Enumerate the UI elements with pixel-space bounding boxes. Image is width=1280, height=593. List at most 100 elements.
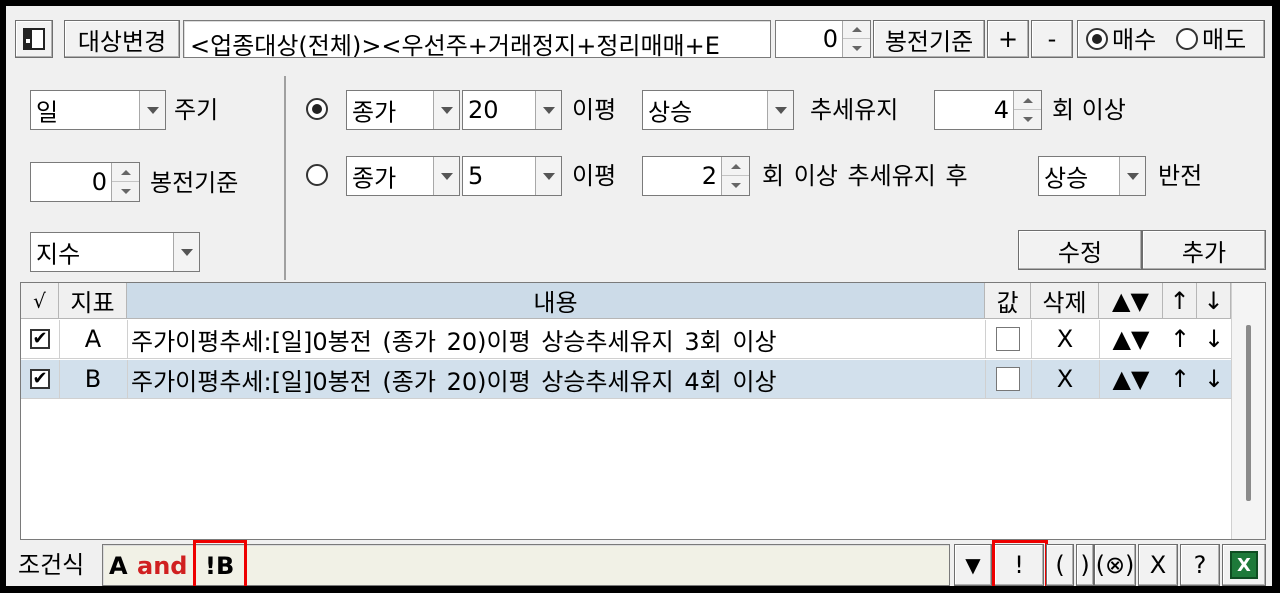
header-delete-text: 삭제 bbox=[1042, 289, 1087, 317]
paren-open-button[interactable]: ( bbox=[1046, 544, 1074, 586]
target-text-field[interactable]: <업종대상(전체)><우선주+거래정지+정리매매+E bbox=[183, 20, 771, 58]
chevron-down-icon bbox=[180, 248, 193, 256]
spin-down-icon[interactable] bbox=[722, 176, 749, 195]
row-move-up-down-button[interactable]: ▲▼ bbox=[1099, 360, 1163, 398]
header-up-text: ↑ bbox=[1169, 286, 1190, 315]
buy-radio[interactable] bbox=[1086, 28, 1108, 50]
row-checkbox[interactable]: ✔ bbox=[30, 369, 50, 389]
spin-up-icon[interactable] bbox=[843, 21, 870, 39]
row-move-up-button[interactable]: ↑ bbox=[1163, 360, 1197, 398]
add-label: 추가 bbox=[1181, 238, 1227, 267]
condition2-direction-select[interactable]: 상승 bbox=[1038, 156, 1146, 196]
formula-token-a: A bbox=[109, 552, 128, 580]
help-icon: ? bbox=[1193, 551, 1207, 579]
sell-label: 매도 bbox=[1202, 26, 1247, 54]
period-label: 주기 bbox=[174, 96, 219, 124]
condition2-ma-select[interactable]: 5 bbox=[462, 156, 562, 196]
paren-close-label: ) bbox=[1080, 551, 1090, 579]
spin-down-icon[interactable] bbox=[843, 39, 870, 57]
chevron-down-icon: ▼ bbox=[965, 553, 981, 577]
row-content: 주가이평추세:[일]0봉전 (종가 20)이평 상승추세유지 4회 이상 bbox=[131, 367, 777, 396]
condition1-direction-select[interactable]: 상승 bbox=[642, 90, 794, 130]
condition2-ma-value: 5 bbox=[468, 162, 484, 190]
window-icon-button[interactable] bbox=[15, 20, 53, 58]
header-check: √ bbox=[21, 283, 59, 319]
panel-divider bbox=[284, 76, 286, 280]
left-offset-stepper[interactable]: 0 bbox=[30, 162, 140, 202]
condition2-count-stepper[interactable]: 2 bbox=[642, 156, 750, 196]
formula-label: 조건식 bbox=[18, 551, 85, 579]
formula-dropdown-button[interactable]: ▼ bbox=[954, 544, 992, 586]
toolbar-offset-value: 0 bbox=[822, 25, 838, 53]
header-value: 값 bbox=[985, 283, 1031, 319]
header-up-down: ▲▼ bbox=[1099, 283, 1163, 319]
condition2-radio[interactable] bbox=[306, 164, 328, 186]
chevron-down-icon bbox=[542, 106, 555, 114]
chevron-down-icon bbox=[440, 106, 453, 114]
chevron-down-icon bbox=[542, 172, 555, 180]
spin-up-icon[interactable] bbox=[722, 157, 749, 176]
spin-down-icon[interactable] bbox=[1014, 110, 1041, 129]
minus-button[interactable]: - bbox=[1031, 20, 1073, 58]
paren-open-label: ( bbox=[1055, 551, 1065, 579]
header-down: ↓ bbox=[1197, 283, 1231, 319]
index-select[interactable]: 지수 bbox=[30, 232, 200, 272]
clear-button[interactable]: (⊗) bbox=[1094, 544, 1136, 586]
excel-icon: X bbox=[1230, 551, 1258, 579]
row-indicator: A bbox=[84, 325, 102, 353]
add-button[interactable]: 추가 bbox=[1142, 230, 1266, 270]
period-select[interactable]: 일 bbox=[30, 90, 166, 130]
condition1-ma-value: 20 bbox=[468, 96, 499, 124]
row-value-checkbox[interactable] bbox=[996, 367, 1020, 391]
table-row[interactable]: ✔ B 주가이평추세:[일]0봉전 (종가 20)이평 상승추세유지 4회 이상… bbox=[21, 360, 1231, 399]
left-offset-label: 봉전기준 bbox=[150, 169, 239, 197]
condition-builder-window: 대상변경 <업종대상(전체)><우선주+거래정지+정리매매+E 0 봉전기준 +… bbox=[4, 4, 1274, 588]
clear-icon: (⊗) bbox=[1095, 551, 1135, 579]
row-checkbox[interactable]: ✔ bbox=[30, 329, 50, 349]
header-up-down-text: ▲▼ bbox=[1112, 286, 1149, 315]
row-move-down-button[interactable]: ↓ bbox=[1197, 360, 1231, 398]
condition1-count-suffix: 회 이상 bbox=[1052, 96, 1126, 124]
row-move-down-button[interactable]: ↓ bbox=[1197, 320, 1231, 358]
header-check-text: √ bbox=[33, 288, 46, 313]
paren-close-button[interactable]: ) bbox=[1076, 544, 1094, 586]
header-indicator-text: 지표 bbox=[70, 289, 115, 317]
sell-radio[interactable] bbox=[1176, 28, 1198, 50]
header-delete: 삭제 bbox=[1031, 283, 1099, 319]
row-content: 주가이평추세:[일]0봉전 (종가 20)이평 상승추세유지 3회 이상 bbox=[131, 327, 777, 356]
excel-export-button[interactable]: X bbox=[1222, 544, 1266, 586]
scrollbar-thumb[interactable] bbox=[1246, 325, 1251, 501]
chevron-down-icon bbox=[440, 172, 453, 180]
spin-up-icon[interactable] bbox=[112, 163, 139, 182]
condition1-radio[interactable] bbox=[306, 98, 328, 120]
formula-x-button[interactable]: X bbox=[1138, 544, 1178, 586]
header-indicator: 지표 bbox=[59, 283, 127, 319]
condition1-count-stepper[interactable]: 4 bbox=[934, 90, 1042, 130]
condition2-price-select[interactable]: 종가 bbox=[346, 156, 460, 196]
highlight-token-b bbox=[193, 540, 247, 586]
row-move-up-button[interactable]: ↑ bbox=[1163, 320, 1197, 358]
table-scrollbar[interactable] bbox=[1231, 283, 1265, 539]
spin-up-icon[interactable] bbox=[1014, 91, 1041, 110]
buy-label: 매수 bbox=[1112, 26, 1157, 54]
table-row[interactable]: ✔ A 주가이평추세:[일]0봉전 (종가 20)이평 상승추세유지 3회 이상… bbox=[21, 320, 1231, 359]
row-delete-button[interactable]: X bbox=[1031, 320, 1099, 358]
condition1-ma-select[interactable]: 20 bbox=[462, 90, 562, 130]
plus-button[interactable]: + bbox=[987, 20, 1029, 58]
toolbar-offset-label-button[interactable]: 봉전기준 bbox=[873, 20, 985, 58]
row-delete-button[interactable]: X bbox=[1031, 360, 1099, 398]
help-button[interactable]: ? bbox=[1180, 544, 1220, 586]
row-move-up-down-button[interactable]: ▲▼ bbox=[1099, 320, 1163, 358]
header-value-text: 값 bbox=[996, 289, 1019, 317]
row-indicator: B bbox=[84, 365, 102, 393]
condition1-price-select[interactable]: 종가 bbox=[346, 90, 460, 130]
toolbar-offset-stepper[interactable]: 0 bbox=[775, 20, 871, 58]
chevron-down-icon bbox=[146, 106, 159, 114]
spin-down-icon[interactable] bbox=[112, 182, 139, 201]
row-value-checkbox[interactable] bbox=[996, 327, 1020, 351]
header-content: 내용 bbox=[127, 283, 985, 319]
formula-token-and: and bbox=[137, 552, 188, 580]
modify-button[interactable]: 수정 bbox=[1018, 230, 1142, 270]
condition2-end-label: 반전 bbox=[1158, 162, 1203, 190]
target-change-button[interactable]: 대상변경 bbox=[64, 20, 180, 58]
